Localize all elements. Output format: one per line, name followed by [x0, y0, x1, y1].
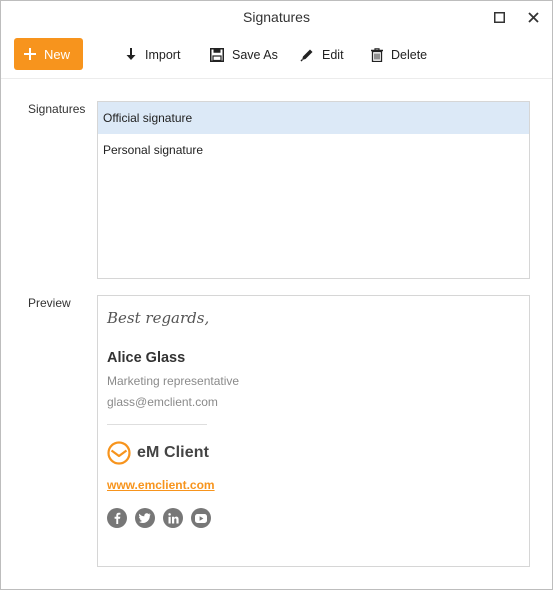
close-button[interactable] — [522, 7, 544, 27]
emclient-logo-icon — [107, 441, 131, 465]
download-arrow-icon — [126, 48, 136, 60]
twitter-icon[interactable] — [135, 508, 155, 528]
edit-label: Edit — [322, 48, 344, 62]
edit-button[interactable]: Edit — [300, 45, 344, 65]
save-icon — [210, 48, 224, 62]
import-button[interactable]: Import — [125, 45, 180, 65]
signature-preview: Best regards, Alice Glass Marketing repr… — [97, 295, 530, 567]
preview-email: glass@emclient.com — [107, 395, 218, 409]
toolbar-separator — [1, 78, 552, 79]
maximize-icon — [493, 11, 505, 23]
toolbar: New Import Save As Edit Delete — [1, 37, 552, 71]
signatures-list[interactable]: Official signature Personal signature — [97, 101, 530, 279]
new-button[interactable]: New — [14, 38, 83, 70]
maximize-button[interactable] — [488, 7, 510, 27]
signature-item-personal[interactable]: Personal signature — [98, 134, 529, 166]
preview-name: Alice Glass — [107, 350, 186, 366]
signatures-label: Signatures — [28, 102, 86, 116]
delete-label: Delete — [391, 48, 428, 62]
close-icon — [527, 11, 539, 23]
facebook-icon[interactable] — [107, 508, 127, 528]
new-button-label: New — [44, 46, 71, 62]
emclient-logo: eM Client — [107, 441, 209, 465]
save-as-label: Save As — [232, 48, 278, 62]
preview-role: Marketing representative — [107, 374, 240, 388]
preview-greeting: Best regards, — [107, 309, 210, 327]
title-bar: Signatures — [1, 1, 552, 33]
youtube-icon[interactable] — [191, 508, 211, 528]
website-link[interactable]: www.emclient.com — [107, 478, 215, 492]
signature-item-official[interactable]: Official signature — [98, 102, 529, 134]
emclient-logo-text: eM Client — [137, 444, 210, 461]
delete-button[interactable]: Delete — [371, 45, 427, 65]
social-icons — [107, 508, 211, 528]
window-title: Signatures — [243, 9, 310, 25]
linkedin-icon[interactable] — [163, 508, 183, 528]
pencil-icon — [300, 49, 313, 62]
import-label: Import — [145, 48, 181, 62]
trash-icon — [371, 48, 383, 62]
preview-label: Preview — [28, 296, 71, 310]
plus-icon — [24, 48, 36, 60]
signatures-window: Signatures New Import Save As Edit Delet… — [0, 0, 553, 590]
save-as-button[interactable]: Save As — [210, 45, 278, 65]
preview-divider — [107, 424, 207, 425]
